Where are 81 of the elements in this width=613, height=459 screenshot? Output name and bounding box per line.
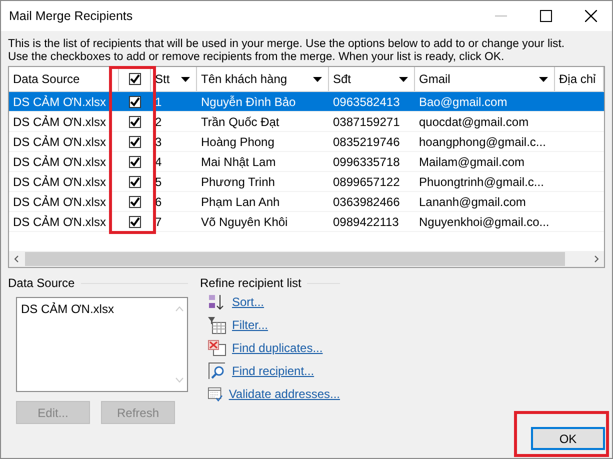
filter-table-icon	[208, 316, 226, 334]
search-icon	[208, 362, 226, 380]
data-source-list[interactable]: DS CẢM ƠN.xlsx	[16, 297, 188, 392]
sort-icon	[208, 292, 226, 310]
calendar-check-icon	[208, 384, 223, 402]
table-cell-text: 0996335718	[332, 154, 401, 168]
duplicates-icon	[208, 338, 226, 356]
table-cell-text: DS CẢM ƠN.xlsx	[12, 114, 107, 128]
table-cell-text: quocdat@gmail.com	[418, 114, 530, 128]
table-cell-text: Nguyenkhoi@gmail.co...	[418, 214, 550, 228]
table-cell-text: DS CẢM ƠN.xlsx	[12, 214, 107, 228]
table-cell-text: 4	[154, 154, 163, 168]
table-cell-text: Hoàng Phong	[200, 134, 276, 148]
checkbox[interactable]	[129, 116, 141, 128]
checkbox[interactable]	[129, 196, 141, 208]
table-cell-text: DS CẢM ƠN.xlsx	[12, 94, 107, 108]
checkbox[interactable]	[129, 176, 141, 188]
checkbox[interactable]	[129, 136, 141, 148]
refine-link[interactable]: Validate addresses...	[228, 386, 340, 400]
refine-link[interactable]: Filter...	[232, 318, 268, 332]
table-cell-text: Phuongtrinh@gmail.c...	[418, 174, 545, 188]
recipient-row[interactable]: DS CẢM ƠN.xlsx 7 Võ Nguyên Khôi 0989422113 Nguyenkhoi@gmail.co...	[9, 212, 604, 232]
ok-button[interactable]: OK	[531, 427, 605, 450]
instruction-text: This is the list of recipients that will be used in your merge. Use the options below to add to or change your list.	[8, 38, 566, 51]
maximize-icon[interactable]	[540, 10, 552, 22]
column-header[interactable]: Stt	[151, 67, 197, 91]
table-cell-text: Nguyễn Đình Bảo	[200, 94, 297, 108]
table-cell-text: Võ Nguyên Khôi	[200, 214, 289, 228]
checkbox[interactable]	[129, 96, 141, 108]
table-cell-text: Phạm Lan Anh	[200, 194, 281, 208]
dropdown-icon[interactable]	[539, 76, 548, 82]
table-cell-text: Lananh@gmail.com	[418, 194, 527, 208]
column-header[interactable]: Tên khách hàng	[197, 67, 329, 91]
group-label: Refine recipient list	[200, 276, 302, 290]
checkbox[interactable]	[129, 156, 141, 168]
table-cell-text: 7	[154, 214, 163, 228]
table-cell-text: DS CẢM ƠN.xlsx	[12, 134, 107, 148]
list-item[interactable]: DS CẢM ƠN.xlsx	[21, 302, 167, 316]
scroll-left-icon[interactable]	[13, 255, 21, 263]
table-cell-text: 0835219746	[332, 134, 401, 148]
refine-link[interactable]: Find duplicates...	[232, 340, 323, 354]
recipient-row[interactable]: DS CẢM ƠN.xlsx 2 Trần Quốc Đạt 0387159271 quocdat@gmail.com	[9, 112, 604, 132]
dropdown-icon[interactable]	[399, 76, 408, 82]
table-cell-text: hoangphong@gmail.c...	[418, 134, 547, 148]
refine-link[interactable]: Sort...	[232, 294, 264, 308]
table-cell-text: 0387159271	[332, 114, 401, 128]
dropdown-icon[interactable]	[181, 76, 190, 82]
scroll-right-icon[interactable]	[592, 255, 600, 263]
column-header[interactable]: Địa chỉ	[555, 67, 604, 91]
select-all-checkbox[interactable]	[128, 73, 140, 85]
column-header[interactable]: Data Source	[9, 67, 119, 91]
table-cell-text: 0363982466	[332, 194, 401, 208]
refine-link[interactable]: Find recipient...	[232, 364, 314, 378]
dropdown-icon[interactable]	[313, 76, 322, 82]
recipient-row[interactable]: DS CẢM ƠN.xlsx 4 Mai Nhật Lam 0996335718 Mailam@gmail.com	[9, 152, 604, 172]
window-title: Mail Merge Recipients	[9, 9, 133, 23]
table-cell-text: DS CẢM ƠN.xlsx	[12, 174, 107, 188]
table-cell-text: 0989422113	[332, 214, 400, 228]
column-header[interactable]: Sđt	[329, 67, 415, 91]
table-cell-text: DS CẢM ƠN.xlsx	[12, 194, 107, 208]
table-cell-text: DS CẢM ƠN.xlsx	[12, 154, 107, 168]
table-cell-text: 2	[154, 114, 163, 128]
group-label: Data Source	[8, 276, 75, 290]
checkbox[interactable]	[129, 216, 141, 228]
table-cell-text: Mailam@gmail.com	[418, 154, 526, 168]
table-cell-text: Trần Quốc Đạt	[200, 114, 280, 128]
recipient-row[interactable]: DS CẢM ƠN.xlsx 3 Hoàng Phong 0835219746 hoangphong@gmail.c...	[9, 132, 604, 152]
column-header[interactable]: Gmail	[415, 67, 555, 91]
table-cell-text: 0963582413	[332, 94, 401, 108]
table-cell-text: Bao@gmail.com	[418, 94, 508, 108]
table-cell-text: Mai Nhật Lam	[200, 154, 277, 168]
table-cell-text: 0899657122	[332, 174, 401, 188]
table-cell-text: Phương Trinh	[200, 174, 276, 188]
table-cell-text: 5	[154, 174, 163, 188]
instruction-text: Use the checkboxes to add or remove recipients from the merge. When your list is ready, click OK.	[8, 51, 506, 64]
table-cell-text: 1	[154, 94, 163, 108]
recipient-row[interactable]: DS CẢM ƠN.xlsx 5 Phương Trinh 0899657122 Phuongtrinh@gmail.c...	[9, 172, 604, 192]
table-cell-text: 3	[154, 134, 163, 148]
close-icon[interactable]	[585, 10, 597, 22]
recipient-row[interactable]: DS CẢM ƠN.xlsx 1 Nguyễn Đình Bảo 0963582413 Bao@gmail.com	[9, 92, 604, 112]
horizontal-scrollbar[interactable]	[9, 251, 604, 267]
